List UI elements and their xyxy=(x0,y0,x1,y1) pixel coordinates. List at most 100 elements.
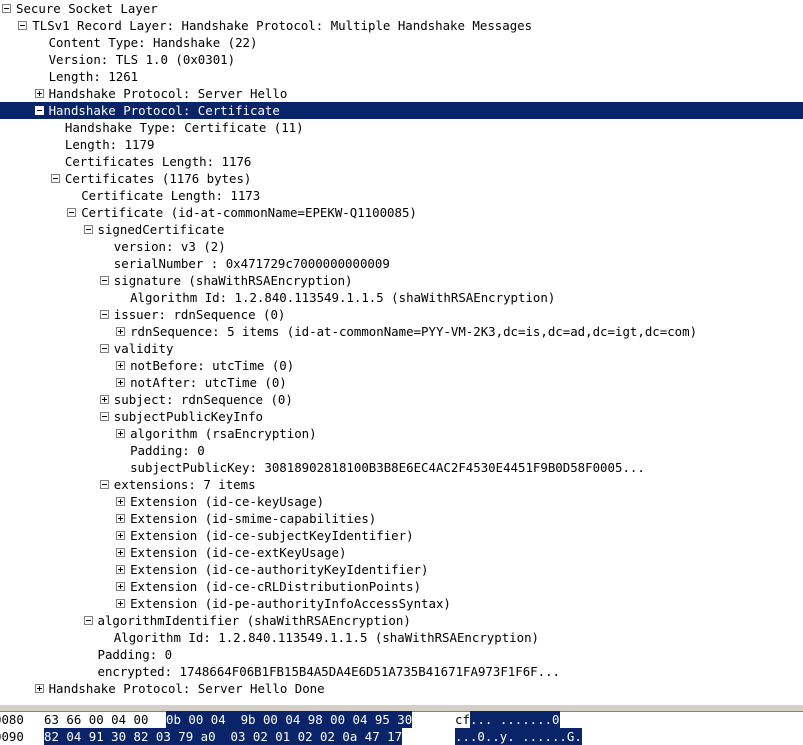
hex-offset[interactable]: 0090 xyxy=(0,728,24,745)
hex-offset[interactable]: 0080 xyxy=(0,711,24,728)
tree-row[interactable]: Handshake Type: Certificate (11) xyxy=(0,119,803,136)
tree-row[interactable]: Extension (id-ce-extKeyUsage) xyxy=(0,544,803,561)
tree-row-label: extensions: 7 items xyxy=(113,477,256,492)
expand-icon[interactable] xyxy=(34,89,44,98)
tree-row-label: issuer: rdnSequence (0) xyxy=(113,307,286,322)
tree-row[interactable]: Length: 1179 xyxy=(0,136,803,153)
tree-row[interactable]: Extension (id-ce-subjectKeyIdentifier) xyxy=(0,527,803,544)
expand-icon[interactable] xyxy=(116,361,126,370)
tree-row[interactable]: Content Type: Handshake (22) xyxy=(0,34,803,51)
tree-row[interactable]: subjectPublicKeyInfo xyxy=(0,408,803,425)
tree-row-label: signature (shaWithRSAEncryption) xyxy=(113,273,353,288)
expand-icon[interactable] xyxy=(116,497,126,506)
tree-row[interactable]: Secure Socket Layer xyxy=(0,0,803,17)
tree-row[interactable]: Certificates (1176 bytes) xyxy=(0,170,803,187)
expand-icon[interactable] xyxy=(116,548,126,557)
tree-row[interactable]: algorithm (rsaEncryption) xyxy=(0,425,803,442)
expand-icon[interactable] xyxy=(116,378,126,387)
tree-row-label: Extension (id-ce-extKeyUsage) xyxy=(130,545,347,560)
tree-row[interactable]: Extension (id-smime-capabilities) xyxy=(0,510,803,527)
hex-bytes[interactable]: 63 66 00 04 00 xyxy=(44,711,148,728)
tree-row[interactable]: encrypted: 1748664F06B1FB15B4A5DA4E6D51A… xyxy=(0,663,803,680)
expand-icon[interactable] xyxy=(116,327,126,336)
collapse-icon[interactable] xyxy=(67,208,77,217)
tree-row[interactable]: Extension (id-pe-authorityInfoAccessSynt… xyxy=(0,595,803,612)
tree-row[interactable]: TLSv1 Record Layer: Handshake Protocol: … xyxy=(0,17,803,34)
tree-row[interactable]: Algorithm Id: 1.2.840.113549.1.1.5 (shaW… xyxy=(0,289,803,306)
tree-row[interactable]: Padding: 0 xyxy=(0,442,803,459)
tree-row-label: signedCertificate xyxy=(97,222,225,237)
tree-row[interactable]: notBefore: utcTime (0) xyxy=(0,357,803,374)
collapse-icon[interactable] xyxy=(2,4,11,13)
expand-icon[interactable] xyxy=(116,599,126,608)
tree-row[interactable]: extensions: 7 items xyxy=(0,476,803,493)
tree-row-label: notBefore: utcTime (0) xyxy=(130,358,295,373)
tree-row-label: serialNumber : 0x471729c7000000000009 xyxy=(113,256,390,271)
collapse-icon[interactable] xyxy=(99,412,109,421)
collapse-icon[interactable] xyxy=(34,106,44,115)
tree-row-label: Certificate (id-at-commonName=EPEKW-Q110… xyxy=(81,205,417,220)
tree-row-label: Algorithm Id: 1.2.840.113549.1.1.5 (shaW… xyxy=(113,630,540,645)
expand-icon[interactable] xyxy=(116,582,126,591)
hex-bytes-selected[interactable]: 0b 00 04 9b 00 04 98 00 04 95 30 xyxy=(166,711,413,728)
tree-row-label: Certificates (1176 bytes) xyxy=(64,171,252,186)
tree-row[interactable]: Extension (id-ce-keyUsage) xyxy=(0,493,803,510)
packet-details-tree: Secure Socket Layer TLSv1 Record Layer: H… xyxy=(0,0,803,697)
tree-row[interactable]: serialNumber : 0x471729c7000000000009 xyxy=(0,255,803,272)
ascii-bytes-selected[interactable]: ...0..y. ......G. xyxy=(455,728,582,745)
tree-row[interactable]: validity xyxy=(0,340,803,357)
expand-icon[interactable] xyxy=(116,514,126,523)
tree-row[interactable]: Extension (id-ce-authorityKeyIdentifier) xyxy=(0,561,803,578)
tree-row[interactable]: Length: 1261 xyxy=(0,68,803,85)
tree-row-label: Certificate Length: 1173 xyxy=(81,188,261,203)
tree-row[interactable]: Certificate (id-at-commonName=EPEKW-Q110… xyxy=(0,204,803,221)
tree-row[interactable]: Handshake Protocol: Server Hello Done xyxy=(0,680,803,697)
tree-row[interactable]: Extension (id-ce-cRLDistributionPoints) xyxy=(0,578,803,595)
hex-row: 0090 82 04 91 30 82 03 79 a0 03 02 01 02 … xyxy=(0,728,803,745)
expand-icon[interactable] xyxy=(99,395,109,404)
tree-row[interactable]: subjectPublicKey: 30818902818100B3B8E6EC… xyxy=(0,459,803,476)
tree-row[interactable]: issuer: rdnSequence (0) xyxy=(0,306,803,323)
tree-row[interactable]: Algorithm Id: 1.2.840.113549.1.1.5 (shaW… xyxy=(0,629,803,646)
tree-row-label: Certificates Length: 1176 xyxy=(64,154,252,169)
expand-icon[interactable] xyxy=(116,531,126,540)
tree-row[interactable]: Padding: 0 xyxy=(0,646,803,663)
collapse-icon[interactable] xyxy=(83,616,93,625)
expand-icon[interactable] xyxy=(116,565,126,574)
tree-row-label: Extension (id-ce-cRLDistributionPoints) xyxy=(130,579,422,594)
tree-row[interactable]: rdnSequence: 5 items (id-at-commonName=P… xyxy=(0,323,803,340)
expand-icon[interactable] xyxy=(34,684,44,693)
tree-row[interactable]: Handshake Protocol: Server Hello xyxy=(0,85,803,102)
collapse-icon[interactable] xyxy=(50,174,60,183)
collapse-icon[interactable] xyxy=(99,310,109,319)
expand-icon[interactable] xyxy=(116,429,126,438)
tree-row[interactable]: algorithmIdentifier (shaWithRSAEncryptio… xyxy=(0,612,803,629)
tree-row-label: subjectPublicKey: 30818902818100B3B8E6EC… xyxy=(130,460,645,475)
tree-row-label: encrypted: 1748664F06B1FB15B4A5DA4E6D51A… xyxy=(97,664,561,679)
tree-row[interactable]: version: v3 (2) xyxy=(0,238,803,255)
tree-row-label: Length: 1179 xyxy=(64,137,155,152)
tree-row[interactable]: signature (shaWithRSAEncryption) xyxy=(0,272,803,289)
tree-row[interactable]: subject: rdnSequence (0) xyxy=(0,391,803,408)
tree-row[interactable]: signedCertificate xyxy=(0,221,803,238)
collapse-icon[interactable] xyxy=(99,344,109,353)
hex-bytes-selected[interactable]: 82 04 91 30 82 03 79 a0 03 02 01 02 02 0… xyxy=(44,728,403,745)
ascii-bytes-selected[interactable]: ... .......0 xyxy=(470,711,560,728)
ascii-bytes[interactable]: cf xyxy=(455,711,470,728)
collapse-icon[interactable] xyxy=(99,276,109,285)
tree-row-label: TLSv1 Record Layer: Handshake Protocol: … xyxy=(32,18,533,33)
collapse-icon[interactable] xyxy=(99,480,109,489)
tree-row-label: version: v3 (2) xyxy=(113,239,226,254)
tree-row[interactable]: Certificate Length: 1173 xyxy=(0,187,803,204)
tree-row-label: notAfter: utcTime (0) xyxy=(130,375,287,390)
tree-row-label: subjectPublicKeyInfo xyxy=(113,409,263,424)
tree-row-label: Handshake Protocol: Certificate xyxy=(48,103,280,118)
tree-row-label: Version: TLS 1.0 (0x0301) xyxy=(48,52,236,67)
tree-row[interactable]: Certificates Length: 1176 xyxy=(0,153,803,170)
tree-row-label: Algorithm Id: 1.2.840.113549.1.1.5 (shaW… xyxy=(130,290,556,305)
tree-row[interactable]: notAfter: utcTime (0) xyxy=(0,374,803,391)
collapse-icon[interactable] xyxy=(83,225,93,234)
collapse-icon[interactable] xyxy=(18,21,28,30)
tree-row[interactable]: Handshake Protocol: Certificate xyxy=(0,102,803,119)
tree-row[interactable]: Version: TLS 1.0 (0x0301) xyxy=(0,51,803,68)
